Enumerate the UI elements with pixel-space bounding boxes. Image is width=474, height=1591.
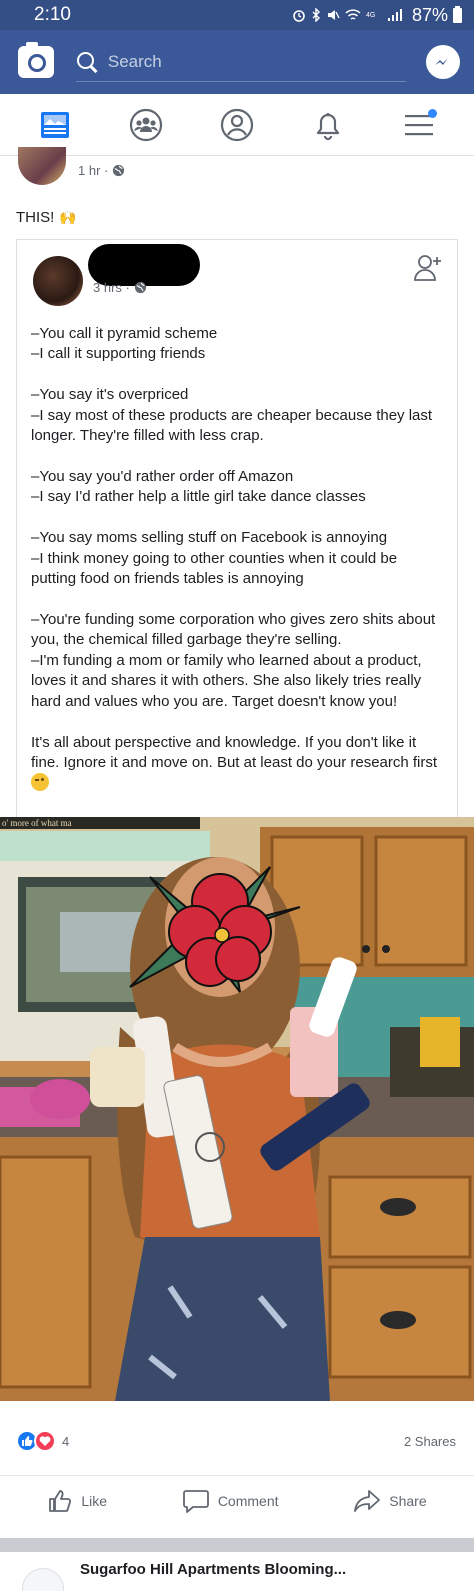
- love-reaction-icon[interactable]: [34, 1430, 56, 1452]
- tab-profile[interactable]: [213, 101, 261, 149]
- reactions-row: 4 2 Shares: [0, 1419, 474, 1463]
- caption-text: THIS!: [16, 209, 55, 226]
- comment-label: Comment: [217, 1492, 279, 1509]
- tab-notifications[interactable]: [304, 101, 352, 149]
- battery-icon: [453, 5, 462, 23]
- post-photo[interactable]: o' more of what ma: [0, 817, 474, 1401]
- tab-news-feed[interactable]: [31, 101, 79, 149]
- add-friend-icon[interactable]: [413, 252, 443, 282]
- news-feed-icon: [41, 111, 70, 138]
- svg-text:4G: 4G: [366, 12, 375, 19]
- bell-icon: [316, 112, 339, 140]
- paragraph-last: It's all about perspective and knowledge…: [31, 733, 446, 795]
- like-button[interactable]: Like: [37, 1481, 117, 1521]
- groups-icon: [130, 108, 163, 141]
- notification-dot: [427, 108, 437, 118]
- avatar[interactable]: [18, 147, 66, 185]
- wifi-icon: [345, 9, 361, 20]
- shared-post-meta: 3 hrs ·: [93, 280, 147, 295]
- status-icons: 4G 87%: [292, 5, 462, 26]
- alarm-icon: [293, 10, 305, 22]
- paragraph: –You're funding some corporation who giv…: [31, 611, 436, 710]
- messenger-bolt-icon: [435, 58, 448, 65]
- messenger-icon[interactable]: [426, 45, 460, 79]
- comment-button[interactable]: Comment: [172, 1481, 289, 1521]
- comment-icon: [182, 1489, 209, 1513]
- thumbs-up-icon: [49, 1489, 72, 1512]
- post-meta: 1 hr ·: [78, 163, 125, 178]
- signal-icon: [387, 9, 402, 21]
- shared-author-avatar[interactable]: [33, 256, 83, 306]
- paragraph: –You say it's overpriced –I say most of …: [31, 386, 433, 445]
- post-time[interactable]: 1 hr ·: [78, 163, 108, 178]
- paragraph: –You say you'd rather order off Amazon –…: [31, 468, 366, 506]
- like-label: Like: [81, 1492, 108, 1509]
- next-post-preview[interactable]: Sugarfoo Hill Apartments Blooming...: [0, 1552, 474, 1591]
- reaction-count[interactable]: 4: [62, 1434, 69, 1449]
- action-bar: Like Comment Share: [0, 1475, 474, 1525]
- share-arrow-icon: [354, 1489, 381, 1512]
- globe-icon: [113, 164, 125, 177]
- search-icon: [76, 51, 96, 73]
- search-input[interactable]: [107, 51, 406, 72]
- wink-emoji: [31, 773, 49, 792]
- tab-groups[interactable]: [122, 101, 170, 149]
- feed-divider: [0, 1538, 474, 1552]
- lte-icon: 4G: [366, 12, 375, 19]
- post-header: 1 hr ·: [0, 147, 474, 193]
- globe-icon: [134, 281, 146, 294]
- share-count[interactable]: 2 Shares: [404, 1434, 456, 1449]
- photo-sign-text: o' more of what ma: [2, 818, 72, 828]
- nav-bar: [0, 94, 474, 156]
- shared-post-time[interactable]: 3 hrs ·: [93, 280, 130, 295]
- top-bar: [0, 30, 474, 94]
- paragraph: –You say moms selling stuff on Facebook …: [31, 529, 398, 588]
- share-label: Share: [389, 1492, 427, 1509]
- mute-icon: [327, 10, 340, 20]
- next-post-title[interactable]: Sugarfoo Hill Apartments Blooming...: [80, 1561, 346, 1578]
- next-post-avatar[interactable]: [22, 1568, 64, 1591]
- paragraph: –You call it pyramid scheme –I call it s…: [31, 325, 218, 363]
- raising-hands-emoji: 🙌: [59, 209, 77, 225]
- status-time: 2:10: [34, 4, 71, 25]
- bluetooth-icon: [312, 8, 320, 22]
- search-box[interactable]: [76, 42, 406, 82]
- share-button[interactable]: Share: [343, 1481, 436, 1521]
- profile-icon: [220, 108, 254, 141]
- shared-post-text: –You call it pyramid scheme –I call it s…: [31, 324, 446, 815]
- battery-percent: 87%: [411, 4, 448, 25]
- shared-post-card[interactable]: 3 hrs · –You call it pyramid scheme –I c…: [16, 239, 458, 819]
- feed-post: 1 hr · THIS! 🙌 3 hrs · –You call it pyra…: [0, 147, 474, 1538]
- tab-menu[interactable]: [395, 101, 443, 149]
- closing-text: It's all about perspective and knowledge…: [31, 733, 438, 771]
- camera-icon[interactable]: [18, 42, 54, 78]
- status-bar: 2:10 4G 87%: [0, 0, 474, 30]
- post-caption: THIS! 🙌: [16, 209, 77, 226]
